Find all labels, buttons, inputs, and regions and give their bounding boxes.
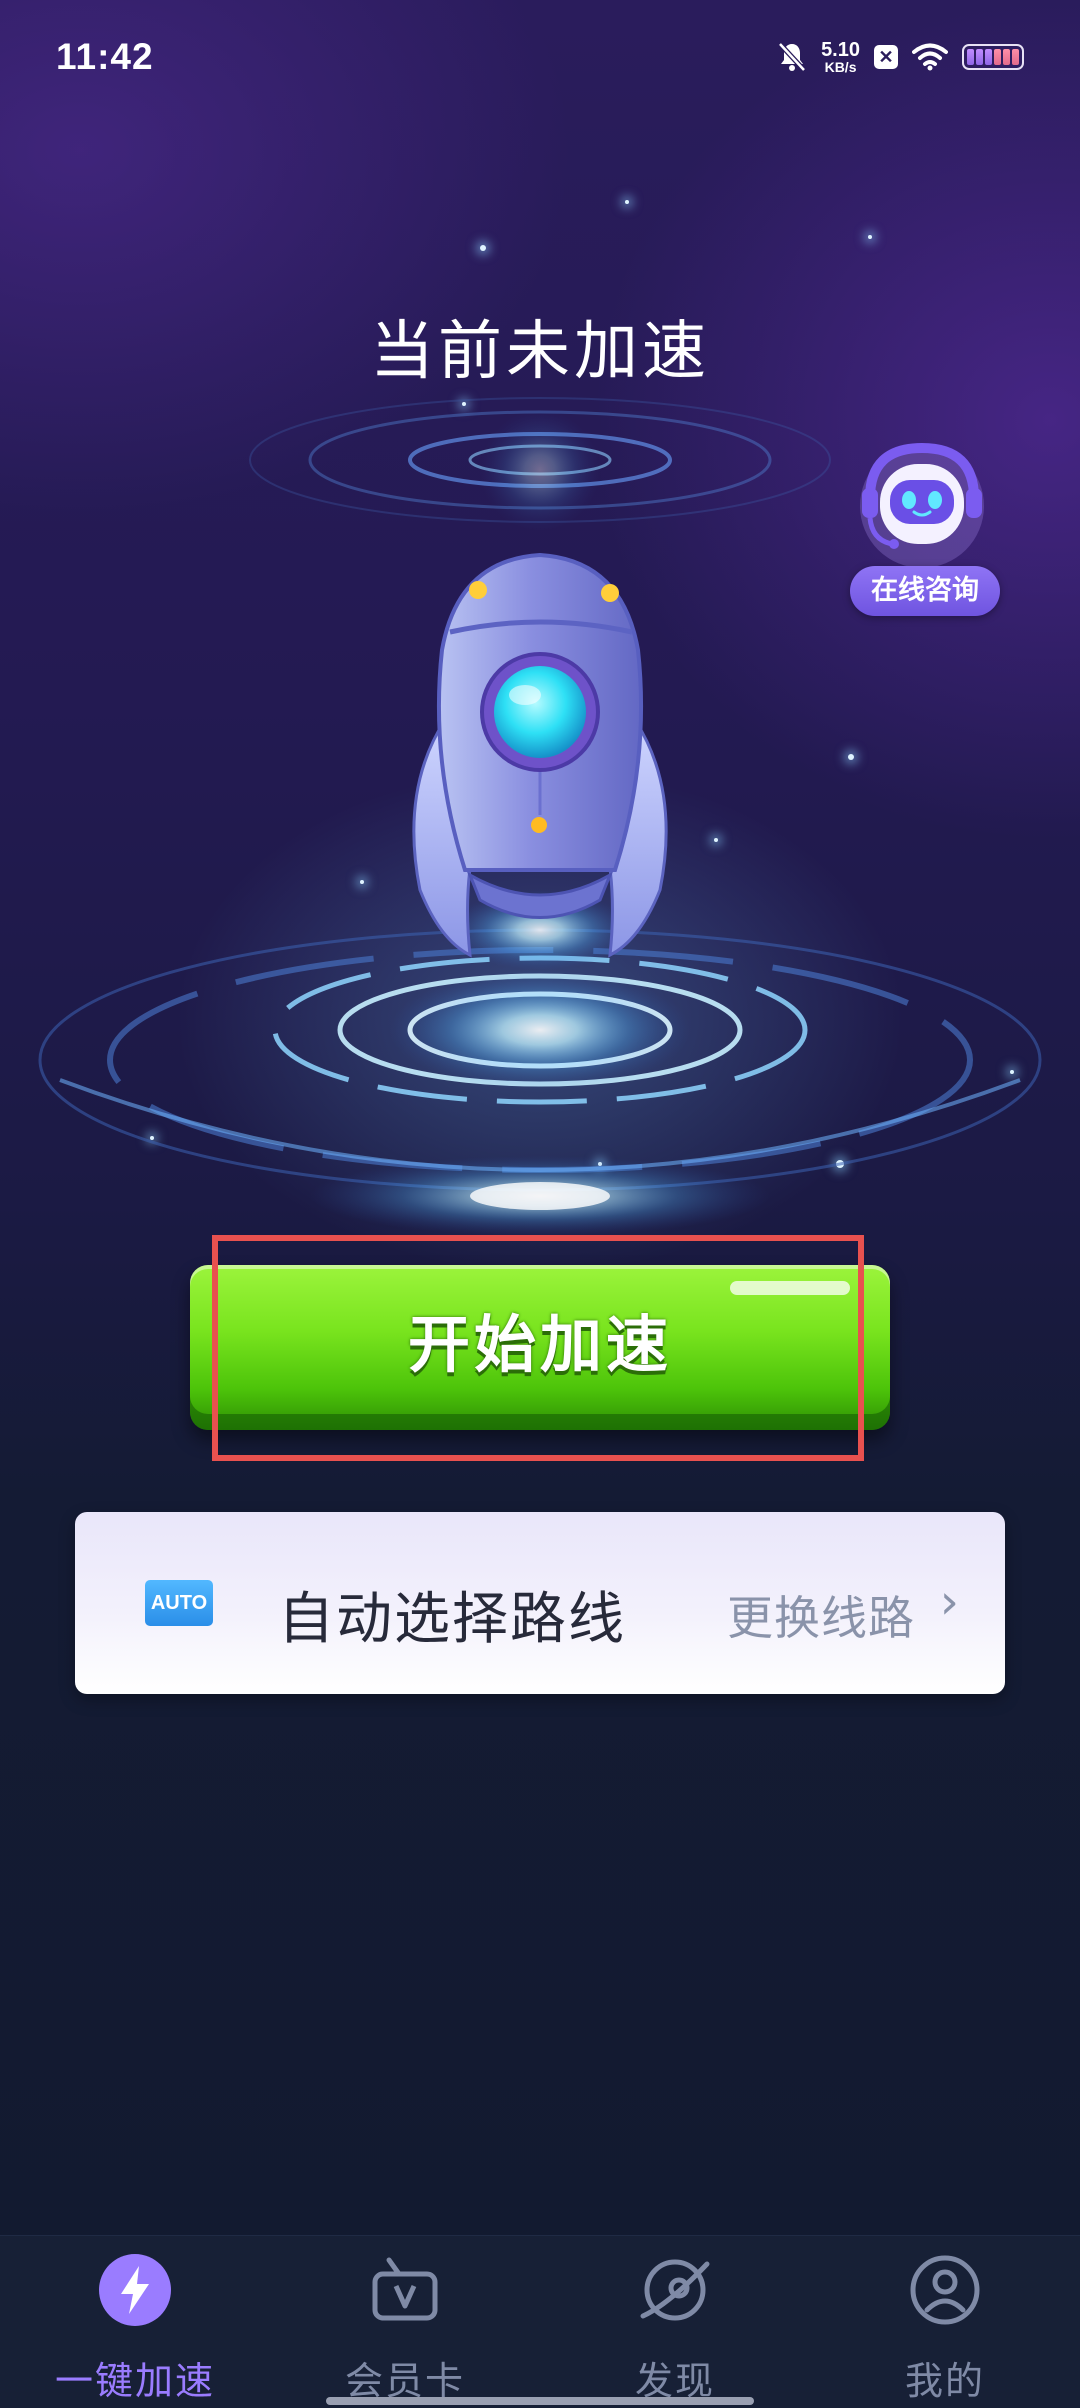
- home-indicator[interactable]: [326, 2397, 754, 2405]
- chevron-right-icon: ›: [939, 1574, 959, 1630]
- screen: 11:42 5.10 KB/s ✕ 当前未加速 在线咨询 开始加速 AUTO 自…: [0, 0, 1080, 2408]
- nav-item-accelerate[interactable]: 一键加速: [0, 2254, 270, 2404]
- status-bar: 11:42 5.10 KB/s ✕: [0, 0, 1080, 120]
- network-speed: 5.10 KB/s: [821, 40, 860, 74]
- highlight-box: [212, 1235, 864, 1461]
- nav-label-mine: 我的: [904, 2359, 985, 2403]
- route-label: 自动选择路线: [278, 1587, 626, 1652]
- discover-planet-icon: [640, 2259, 710, 2321]
- vip-card-icon: [372, 2257, 438, 2321]
- nav-item-mine[interactable]: 我的: [810, 2254, 1080, 2404]
- bell-muted-icon: [778, 42, 806, 72]
- nav-item-membership[interactable]: 会员卡: [270, 2254, 540, 2404]
- robot-headset-icon: [860, 442, 984, 568]
- bottom-nav: 一键加速 会员卡 发现 我的: [0, 2235, 1080, 2408]
- profile-icon: [910, 2255, 980, 2325]
- online-support-button[interactable]: 在线咨询: [830, 428, 1000, 618]
- speed-value: 5.10: [821, 39, 860, 61]
- status-icons: 5.10 KB/s ✕: [777, 40, 1024, 74]
- x-box-icon: ✕: [874, 45, 898, 69]
- nav-item-discover[interactable]: 发现: [540, 2254, 810, 2404]
- route-selector-card[interactable]: AUTO 自动选择路线 更换线路 ›: [75, 1512, 1005, 1694]
- status-time: 11:42: [56, 36, 154, 77]
- change-route-link[interactable]: 更换线路: [727, 1582, 915, 1648]
- speed-unit: KB/s: [824, 59, 857, 75]
- nav-label-accelerate: 一键加速: [54, 2359, 215, 2403]
- wifi-icon: [912, 43, 948, 71]
- battery-icon: [962, 44, 1024, 70]
- auto-badge: AUTO: [145, 1580, 213, 1626]
- online-support-label: 在线咨询: [850, 566, 1000, 616]
- page-title: 当前未加速: [370, 315, 710, 389]
- lightning-icon: [99, 2254, 171, 2326]
